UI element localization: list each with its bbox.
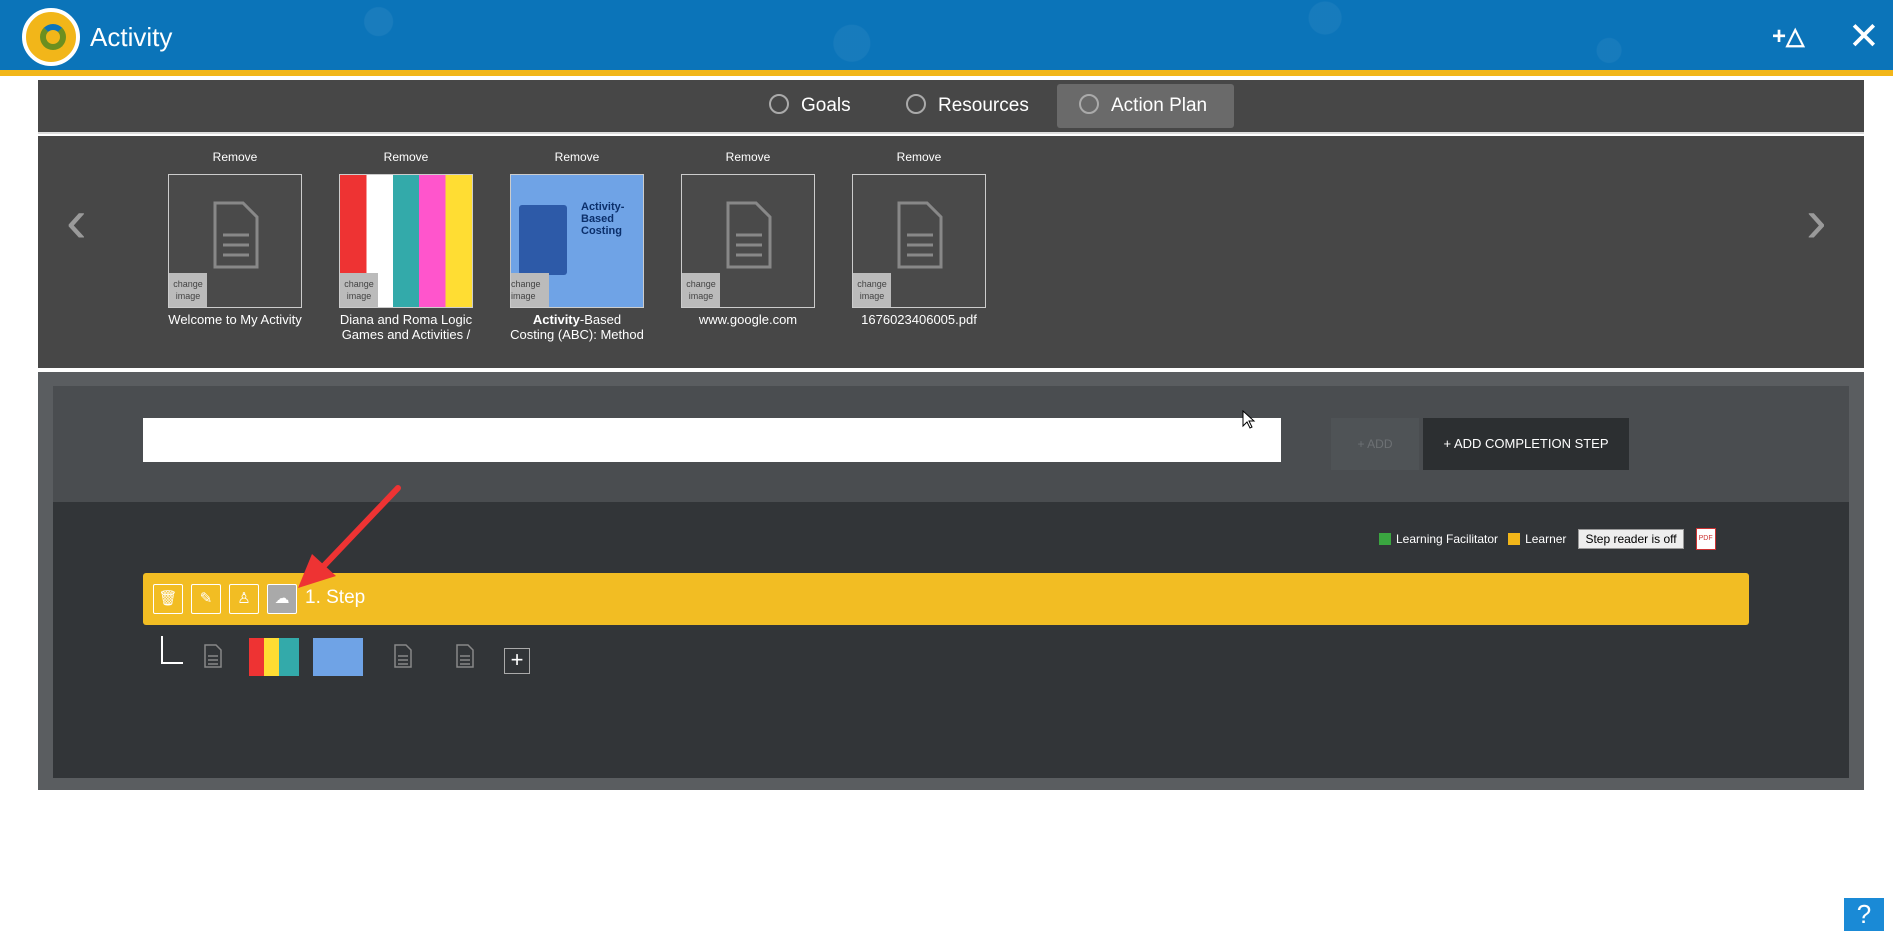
step-row[interactable]: 🗑 ✎ ♙ ☁ 1. Step (143, 573, 1749, 625)
radio-icon (1079, 93, 1099, 114)
add-special-icon[interactable]: +△ (1772, 22, 1804, 51)
resource-caption[interactable]: Activity-Based Costing (ABC): Method and (510, 312, 644, 344)
resource-thumbnail-doc[interactable]: Activity-Based Costing change image (510, 174, 644, 308)
tab-label: Action Plan (1111, 95, 1208, 116)
role-legend: Learning Facilitator Learner Step reader… (1379, 528, 1716, 550)
remove-link[interactable]: Remove (852, 150, 986, 168)
add-resource-button[interactable]: + (504, 648, 530, 674)
tree-connector (161, 636, 183, 664)
person-icon[interactable]: ♙ (229, 584, 259, 614)
app-logo (22, 8, 80, 66)
document-icon[interactable] (455, 644, 475, 668)
document-icon (897, 201, 943, 269)
resource-thumbnail[interactable]: change image (168, 174, 302, 308)
resource-caption[interactable]: www.google.com (681, 312, 815, 327)
resource-caption[interactable]: Welcome to My Activity (168, 312, 302, 327)
resource-caption[interactable]: Diana and Roma Logic Games and Activitie… (339, 312, 473, 342)
resource-item: Remove change image Diana and Roma Logic… (339, 150, 473, 342)
change-image-button[interactable]: change image (682, 273, 720, 307)
pencil-icon[interactable]: ✎ (191, 584, 221, 614)
preview-title: Activity-Based Costing (581, 201, 625, 237)
resource-thumbnail[interactable]: change image (852, 174, 986, 308)
resource-thumbnail-doc[interactable] (313, 638, 363, 676)
remove-link[interactable]: Remove (681, 150, 815, 168)
page-title: Activity (90, 22, 173, 52)
legend-facilitator: Learning Facilitator (1396, 532, 1499, 546)
resource-item: Remove Activity-Based Costing change ima… (510, 150, 644, 344)
legend-learner: Learner (1525, 532, 1567, 546)
tab-action-plan[interactable]: Action Plan (1057, 84, 1234, 128)
resource-caption[interactable]: 1676023406005.pdf (852, 312, 986, 327)
pdf-icon[interactable]: PDF (1695, 528, 1716, 550)
header-accent-strip (0, 70, 1893, 76)
remove-link[interactable]: Remove (168, 150, 302, 168)
change-image-button[interactable]: change image (169, 273, 207, 307)
cloud-upload-icon[interactable]: ☁ (267, 584, 297, 614)
steps-list: Learning Facilitator Learner Step reader… (53, 502, 1849, 778)
change-image-button[interactable]: change image (511, 273, 549, 307)
add-button[interactable]: + ADD (1331, 418, 1419, 470)
add-completion-step-button[interactable]: + ADD COMPLETION STEP (1423, 418, 1629, 470)
resources-carousel: ‹ › Remove change image Welcome to My Ac… (38, 136, 1864, 368)
facilitator-swatch (1379, 533, 1391, 545)
resource-item: Remove change image www.google.com (681, 150, 815, 327)
document-icon[interactable] (393, 644, 413, 668)
mouse-cursor-icon (1242, 410, 1256, 429)
resource-item: Remove change image Welcome to My Activi… (168, 150, 302, 327)
resource-thumbnail-photo[interactable]: change image (339, 174, 473, 308)
remove-link[interactable]: Remove (510, 150, 644, 168)
remove-link[interactable]: Remove (339, 150, 473, 168)
document-icon (726, 201, 772, 269)
resource-item: Remove change image 1676023406005.pdf (852, 150, 986, 327)
calculator-illustration (519, 205, 567, 275)
tab-resources[interactable]: Resources (884, 84, 1053, 128)
resource-thumbnail[interactable]: change image (681, 174, 815, 308)
tab-label: Goals (801, 95, 851, 116)
step-label: 1. Step (305, 587, 366, 608)
learner-swatch (1508, 533, 1521, 545)
carousel-prev-icon[interactable]: ‹ (66, 186, 87, 257)
step-reader-toggle[interactable]: Step reader is off (1578, 529, 1684, 549)
step-entry-area: + ADD + ADD COMPLETION STEP (53, 386, 1849, 502)
help-button[interactable]: ? (1844, 898, 1884, 931)
document-icon[interactable] (203, 644, 223, 668)
app-header: Activity +△ ✕ (0, 0, 1893, 72)
carousel-next-icon[interactable]: › (1806, 186, 1827, 257)
action-plan-panel: + ADD + ADD COMPLETION STEP Learning Fac… (38, 372, 1864, 790)
step-input[interactable] (143, 418, 1281, 462)
document-icon (213, 201, 259, 269)
tab-bar: Goals Resources Action Plan (38, 80, 1864, 134)
radio-icon (769, 93, 789, 114)
tab-label: Resources (938, 95, 1029, 116)
close-icon[interactable]: ✕ (1848, 14, 1880, 59)
resource-thumbnail-photo[interactable] (249, 638, 299, 676)
change-image-button[interactable]: change image (853, 273, 891, 307)
tab-goals[interactable]: Goals (747, 84, 875, 128)
trash-icon[interactable]: 🗑 (153, 584, 183, 614)
change-image-button[interactable]: change image (340, 273, 378, 307)
radio-icon (906, 93, 926, 114)
